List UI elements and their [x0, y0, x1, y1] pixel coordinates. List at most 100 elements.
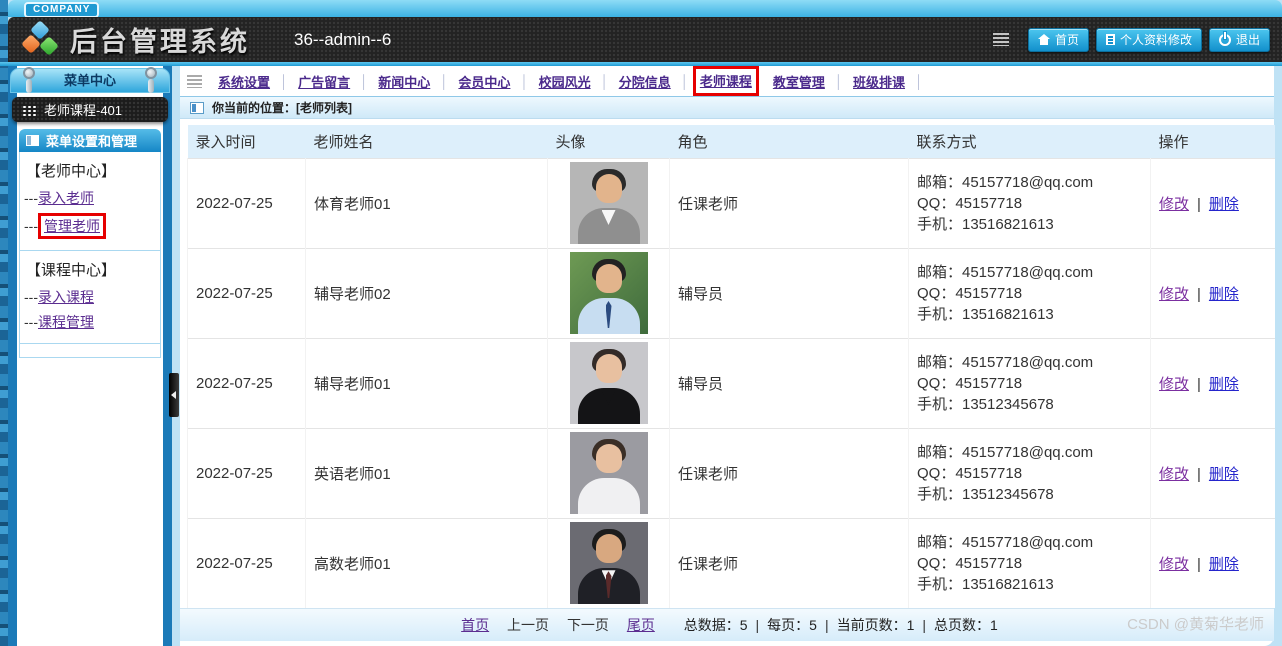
col-header-avatar: 头像: [547, 125, 670, 158]
sidebar: 菜单中心 老师课程-401 菜单设置和管理 【老师中心】 ---录入老师 ---…: [8, 66, 172, 646]
contact-qq: QQ：45157718: [917, 284, 1023, 302]
edit-link[interactable]: 修改: [1159, 196, 1189, 213]
dash-prefix: ---: [24, 314, 38, 330]
sidebar-item-manage-course[interactable]: 课程管理: [38, 314, 94, 330]
stat-current-page: 当前页数：1: [836, 617, 915, 633]
cell-avatar: [547, 427, 670, 518]
contact-email: 邮箱：45157718@qq.com: [917, 263, 1094, 281]
sidebar-item-entry-course-row: ---录入课程: [24, 284, 156, 309]
contact-qq: QQ：45157718: [917, 194, 1023, 212]
cell-name: 高数老师01: [305, 517, 548, 608]
logo-cube-green: [39, 35, 59, 56]
nav-item-branch-info[interactable]: 分院信息: [619, 72, 671, 91]
sidebar-item-entry-course[interactable]: 录入课程: [38, 289, 94, 305]
edit-link[interactable]: 修改: [1159, 376, 1189, 393]
cell-avatar: [547, 157, 670, 248]
grid-icon: [21, 103, 36, 116]
action-separator: |: [1197, 285, 1201, 303]
cell-name: 辅导老师02: [305, 247, 548, 338]
cell-role: 任课老师: [669, 427, 909, 518]
logout-button[interactable]: 退出: [1208, 27, 1270, 52]
main-content: 系统设置 │ 广告留言 │ 新闻中心 │ 会员中心 │ 校园风光 │ 分院信息 │ 老师课程…: [180, 66, 1275, 646]
header-actions: 首页 个人资料修改 退出: [992, 27, 1270, 52]
teacher-photo: [569, 342, 648, 424]
sidebar-menu-panel: 【老师中心】 ---录入老师 --- 管理老师 【课程中心】 ---录入课程 --…: [19, 152, 161, 358]
teacher-photo: [569, 432, 648, 514]
cell-avatar: [547, 247, 670, 338]
cell-date: 2022-07-25: [187, 337, 306, 428]
contact-email: 邮箱：45157718@qq.com: [917, 443, 1094, 461]
nav-item-class-scheduling[interactable]: 班级排课: [853, 72, 905, 91]
nav-item-news-center[interactable]: 新闻中心: [378, 72, 430, 91]
cell-name: 英语老师01: [305, 427, 548, 518]
current-module-badge[interactable]: 老师课程-401: [12, 97, 168, 122]
teacher-photo: [569, 522, 648, 605]
contact-phone: 手机：13512345678: [917, 485, 1054, 503]
col-header-date: 录入时间: [187, 125, 306, 158]
cell-role: 任课老师: [669, 157, 909, 248]
delete-link[interactable]: 删除: [1209, 376, 1239, 393]
stat-separator: |: [922, 617, 927, 633]
group-title-teacher: 【老师中心】: [26, 163, 117, 180]
table-header-row: 录入时间 老师姓名 头像 角色 联系方式 操作: [187, 125, 1275, 158]
menu-lines-icon[interactable]: [992, 33, 1009, 46]
nav-item-campus-scenery[interactable]: 校园风光: [539, 72, 591, 91]
nav-item-ad-messages[interactable]: 广告留言: [298, 72, 350, 91]
cell-contact: 邮箱：45157718@qq.com QQ：45157718 手机：135168…: [908, 517, 1151, 608]
menu-manage-title: 菜单设置和管理: [46, 134, 138, 149]
delete-link[interactable]: 删除: [1209, 286, 1239, 303]
home-button[interactable]: 首页: [1027, 27, 1089, 52]
action-separator: |: [1197, 465, 1201, 483]
contact-email: 邮箱：45157718@qq.com: [917, 353, 1094, 371]
app-logo-icon: [20, 19, 62, 60]
dash-prefix: ---: [24, 218, 38, 234]
cell-actions: 修改 | 删除: [1150, 337, 1275, 428]
edit-link[interactable]: 修改: [1159, 466, 1189, 483]
sidebar-inner: 菜单中心 老师课程-401 菜单设置和管理 【老师中心】 ---录入老师 ---…: [10, 66, 170, 646]
header-bar: 后台管理系统 36--admin--6 首页 个人资料修改 退出: [8, 17, 1282, 62]
pagination-first[interactable]: 首页: [461, 617, 489, 633]
sidebar-item-entry-teacher[interactable]: 录入老师: [38, 190, 94, 206]
delete-link[interactable]: 删除: [1209, 466, 1239, 483]
empty-panel-strip: [20, 344, 160, 357]
contact-phone: 手机：13512345678: [917, 395, 1054, 413]
sidebar-collapse-handle[interactable]: [169, 373, 179, 417]
edit-link[interactable]: 修改: [1159, 556, 1189, 573]
table-row: 2022-07-25 高数老师01 任课老师 邮箱：45157718@qq.co…: [187, 517, 1275, 608]
dash-prefix: ---: [24, 190, 38, 206]
stat-per-page: 每页：5: [767, 617, 817, 633]
logout-button-label: 退出: [1235, 33, 1260, 47]
col-header-role: 角色: [669, 125, 909, 158]
login-user-info: 36--admin--6: [294, 29, 392, 49]
home-button-label: 首页: [1054, 33, 1079, 47]
menu-center-title: 菜单中心: [63, 73, 116, 88]
cell-role: 任课老师: [669, 517, 909, 608]
cell-contact: 邮箱：45157718@qq.com QQ：45157718 手机：135168…: [908, 157, 1151, 248]
contact-email: 邮箱：45157718@qq.com: [917, 533, 1094, 551]
cell-contact: 邮箱：45157718@qq.com QQ：45157718 手机：135168…: [908, 247, 1151, 338]
delete-link[interactable]: 删除: [1209, 196, 1239, 213]
col-header-name: 老师姓名: [305, 125, 548, 158]
nav-separator: │: [520, 73, 529, 89]
nav-item-member-center[interactable]: 会员中心: [458, 72, 510, 91]
delete-link[interactable]: 删除: [1209, 556, 1239, 573]
pin-icon: [145, 67, 157, 93]
profile-edit-button[interactable]: 个人资料修改: [1095, 27, 1202, 52]
table-row: 2022-07-25 辅导老师02 辅导员 邮箱：45157718@qq.com…: [187, 247, 1275, 338]
nav-item-classroom-management[interactable]: 教室管理: [773, 72, 825, 91]
table-row: 2022-07-25 英语老师01 任课老师 邮箱：45157718@qq.co…: [187, 427, 1275, 518]
pin-icon: [23, 67, 35, 93]
contact-phone: 手机：13516821613: [917, 215, 1054, 233]
company-badge: COMPANY: [24, 2, 100, 18]
edit-link[interactable]: 修改: [1159, 286, 1189, 303]
nav-item-system-settings[interactable]: 系统设置: [218, 72, 270, 91]
nav-item-teacher-courses[interactable]: 老师课程: [700, 74, 752, 89]
teacher-table: 录入时间 老师姓名 头像 角色 联系方式 操作 2022-07-25 体育老师0…: [187, 125, 1275, 608]
left-decorative-stripe: [0, 0, 8, 646]
menu-group-teacher: 【老师中心】 ---录入老师 --- 管理老师: [20, 152, 160, 251]
sidebar-item-manage-teacher[interactable]: 管理老师: [38, 213, 106, 239]
pagination-last[interactable]: 尾页: [627, 617, 655, 633]
pagination-prev: 上一页: [507, 617, 550, 633]
col-header-contact: 联系方式: [908, 125, 1151, 158]
nav-separator: │: [834, 73, 843, 89]
